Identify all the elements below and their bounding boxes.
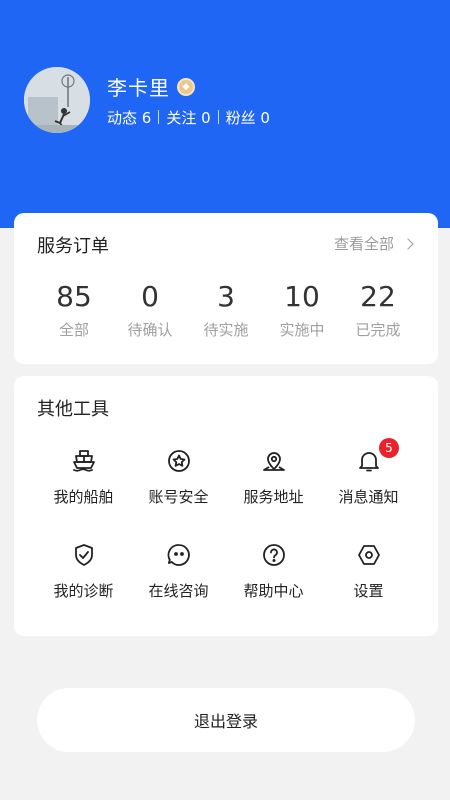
settings-hexagon-icon (354, 540, 384, 570)
section-title: 其他工具 (37, 399, 109, 420)
order-stat-completed[interactable]: 22 已完成 (340, 279, 416, 340)
tool-label: 帮助中心 (243, 582, 304, 600)
view-all-link[interactable]: 查看全部 (333, 233, 414, 254)
help-circle-icon (259, 540, 289, 570)
stat-label: 已完成 (355, 321, 401, 339)
tool-label: 账号安全 (148, 488, 209, 506)
avatar[interactable] (24, 67, 90, 133)
section-title: 服务订单 (37, 236, 109, 257)
social-stats: 动态 6 关注 0 粉丝 0 (107, 107, 270, 128)
stat-value: 0 (141, 280, 159, 313)
tool-label: 设置 (353, 582, 384, 600)
tool-label: 我的船舶 (53, 488, 114, 506)
tool-label: 在线咨询 (148, 582, 209, 600)
tool-notifications[interactable]: 5 消息通知 (321, 438, 416, 508)
tool-label: 我的诊断 (53, 582, 114, 600)
user-info: 李卡里 ◆ 动态 6 关注 0 粉丝 0 (107, 73, 270, 128)
stat-value: 85 (56, 280, 92, 313)
tool-account-security[interactable]: 账号安全 (131, 438, 226, 508)
divider (158, 110, 160, 124)
map-pin-icon (259, 446, 289, 476)
shield-check-icon (69, 540, 99, 570)
tool-help-center[interactable]: 帮助中心 (226, 532, 321, 602)
chat-face-icon (164, 540, 194, 570)
tools-grid: 我的船舶 账号安全 服务地址 5 消息通知 我的诊断 在线咨询 帮助中心 设置 (36, 438, 416, 602)
stat-value: 10 (284, 280, 320, 313)
order-stat-in-progress[interactable]: 10 实施中 (264, 279, 340, 340)
followers-count[interactable]: 粉丝 0 (226, 107, 270, 128)
notification-badge: 5 (379, 438, 399, 458)
stat-label: 全部 (58, 321, 89, 339)
username: 李卡里 (107, 76, 170, 100)
tool-service-address[interactable]: 服务地址 (226, 438, 321, 508)
tool-my-diagnosis[interactable]: 我的诊断 (36, 532, 131, 602)
logout-button[interactable]: 退出登录 (37, 688, 415, 752)
stat-value: 22 (360, 280, 396, 313)
order-stat-all[interactable]: 85 全部 (36, 279, 112, 340)
tool-label: 消息通知 (338, 488, 399, 506)
tool-settings[interactable]: 设置 (321, 532, 416, 602)
profile-section[interactable]: 李卡里 ◆ 动态 6 关注 0 粉丝 0 (24, 67, 270, 133)
divider (217, 110, 219, 124)
other-tools-card: 其他工具 我的船舶 账号安全 服务地址 5 消息通知 我的诊断 在线咨询 帮助中… (14, 376, 438, 636)
chevron-right-icon (402, 237, 414, 250)
tool-online-consult[interactable]: 在线咨询 (131, 532, 226, 602)
view-all-label: 查看全部 (333, 235, 394, 253)
service-orders-card: 服务订单 查看全部 85 全部 0 待确认 3 待实施 10 实施中 22 已完… (14, 213, 438, 364)
stat-label: 待实施 (203, 321, 249, 339)
order-stat-pending-start[interactable]: 3 待实施 (188, 279, 264, 340)
shield-star-icon (164, 446, 194, 476)
tool-my-ship[interactable]: 我的船舶 (36, 438, 131, 508)
stat-value: 3 (217, 280, 235, 313)
stat-label: 待确认 (127, 321, 173, 339)
order-stat-pending-confirm[interactable]: 0 待确认 (112, 279, 188, 340)
posts-count[interactable]: 动态 6 (107, 107, 151, 128)
medal-icon: ◆ (177, 77, 195, 96)
following-count[interactable]: 关注 0 (166, 107, 210, 128)
order-stats: 85 全部 0 待确认 3 待实施 10 实施中 22 已完成 (36, 279, 416, 340)
tool-label: 服务地址 (243, 488, 304, 506)
stat-label: 实施中 (279, 321, 325, 339)
ship-icon (69, 446, 99, 476)
